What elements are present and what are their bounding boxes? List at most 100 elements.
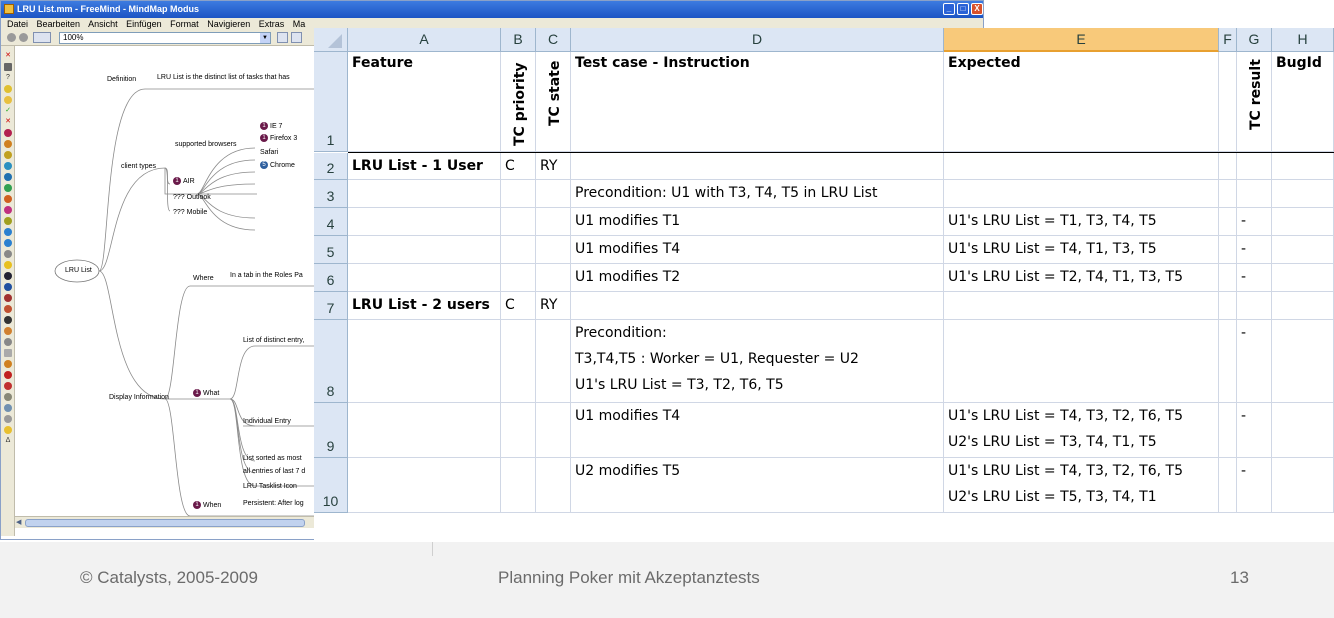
cell-priority[interactable] [501,208,536,236]
cell-result[interactable] [1237,292,1272,320]
menu-maps[interactable]: Ma [293,19,306,29]
cell-priority[interactable] [501,403,536,458]
mm-node-chrome[interactable]: 5 Chrome [260,161,295,169]
mm-node-when[interactable]: 1 When [193,501,221,509]
cell-instruction-header[interactable]: Test case - Instruction [571,52,944,152]
pencil-icon[interactable] [4,371,12,379]
mm-node-list-of-distinct[interactable]: List of distinct entry, [243,337,304,344]
cell-result[interactable] [1237,180,1272,208]
pen-icon[interactable] [4,294,12,302]
key-icon[interactable] [4,393,12,401]
cell-priority[interactable] [501,264,536,292]
priority-1-icon[interactable] [4,129,12,137]
warning-icon[interactable] [4,85,12,93]
column-header-c[interactable]: C [536,28,571,52]
mm-node-all-entries[interactable]: all entries of last 7 d [243,468,305,475]
question-icon[interactable]: ? [4,74,12,82]
arrow-left-icon[interactable] [4,228,12,236]
cell-priority[interactable] [501,180,536,208]
column-header-d[interactable]: D [571,28,944,52]
mm-node-what[interactable]: 1 What [193,389,219,397]
horizontal-scrollbar[interactable]: ◀ [15,516,315,528]
flag-icon[interactable] [4,283,12,291]
minimize-button[interactable]: _ [943,3,955,15]
scrollbar-thumb[interactable] [25,519,305,527]
mail-icon[interactable] [4,349,12,357]
attach-icon[interactable] [4,250,12,258]
chevron-down-icon[interactable]: ▼ [260,33,270,43]
priority-7-icon[interactable] [4,195,12,203]
cell-priority[interactable]: C [501,292,536,320]
row-header-1[interactable]: 1 [314,52,348,152]
close-button[interactable]: X [971,3,983,15]
music-icon[interactable] [4,327,12,335]
cell-result[interactable]: - [1237,458,1272,513]
mm-node-individual-entry[interactable]: Individual Entry [243,418,291,425]
info-icon[interactable] [4,63,12,71]
cell-bugid[interactable] [1272,236,1334,264]
cell-f[interactable] [1219,458,1237,513]
priority-5-icon[interactable] [4,173,12,181]
cell-instruction[interactable]: U1 modifies T4 [571,236,944,264]
star-icon[interactable] [4,426,12,434]
priority-3-icon[interactable] [4,151,12,159]
priority-9-icon[interactable] [4,217,12,225]
fire-icon[interactable] [4,382,12,390]
cell-expected[interactable] [944,153,1219,180]
cell-state[interactable] [536,236,571,264]
cell-state[interactable] [536,208,571,236]
cell-expected[interactable] [944,320,1219,403]
cell-priority[interactable] [501,320,536,403]
cell-priority[interactable] [501,236,536,264]
cell-expected[interactable]: U1's LRU List = T4, T3, T2, T6, T5 U2's L… [944,458,1219,513]
cell-result[interactable]: - [1237,403,1272,458]
cell-state[interactable]: RY [536,292,571,320]
triangle-icon[interactable]: Δ [4,437,12,445]
menu-bearbeiten[interactable]: Bearbeiten [37,19,81,29]
menu-ansicht[interactable]: Ansicht [88,19,118,29]
cell-state[interactable] [536,458,571,513]
mm-node-firefox[interactable]: 1 Firefox 3 [260,134,297,142]
check-icon[interactable]: ✓ [4,107,12,115]
cell-bugid-header[interactable]: BugId [1272,52,1334,152]
hammer-icon[interactable] [4,360,12,368]
cell-bugid[interactable] [1272,153,1334,180]
cell-instruction[interactable]: U1 modifies T2 [571,264,944,292]
row-header-9[interactable]: 9 [314,403,348,458]
column-header-f[interactable]: F [1219,28,1237,52]
menu-einfuegen[interactable]: Einfügen [126,19,162,29]
cell-bugid[interactable] [1272,264,1334,292]
cell-feature[interactable]: LRU List - 1 User [348,153,501,180]
cell-instruction[interactable]: U2 modifies T5 [571,458,944,513]
cell-expected[interactable]: U1's LRU List = T2, T4, T1, T3, T5 [944,264,1219,292]
column-header-a[interactable]: A [348,28,501,52]
cell-result[interactable]: - [1237,236,1272,264]
cell-instruction[interactable] [571,153,944,180]
cancel-icon[interactable]: ✕ [4,118,12,126]
cell-expected[interactable]: U1's LRU List = T4, T3, T2, T6, T5 U2's L… [944,403,1219,458]
cell-state[interactable] [536,264,571,292]
cell-tc-priority-header[interactable]: TC priority [501,52,536,152]
mm-node-outlook[interactable]: ??? Outlook [173,194,211,201]
menu-extras[interactable]: Extras [259,19,285,29]
cross-icon[interactable]: ✕ [4,52,12,60]
menu-format[interactable]: Format [170,19,199,29]
cell-f[interactable] [1219,208,1237,236]
mm-node-definition-text[interactable]: LRU List is the distinct list of tasks t… [157,74,290,81]
cell-expected[interactable]: U1's LRU List = T1, T3, T4, T5 [944,208,1219,236]
cell-bugid[interactable] [1272,458,1334,513]
cell-expected[interactable]: U1's LRU List = T4, T1, T3, T5 [944,236,1219,264]
row-header-8[interactable]: 8 [314,320,348,403]
cell-feature[interactable] [348,320,501,403]
mm-node-supported-browsers[interactable]: supported browsers [175,141,236,148]
cell-feature[interactable] [348,236,501,264]
cell-feature-header[interactable]: Feature [348,52,501,152]
mm-node-list-sorted[interactable]: List sorted as most [243,455,302,462]
mm-node-tasklist-icon[interactable]: LRU Tasklist Icon [243,483,297,490]
forward-icon[interactable] [19,33,28,42]
cell-bugid[interactable] [1272,292,1334,320]
mm-node-definition[interactable]: Definition [107,76,136,83]
cell-state[interactable] [536,320,571,403]
cell-priority[interactable]: C [501,153,536,180]
cell-f[interactable] [1219,292,1237,320]
